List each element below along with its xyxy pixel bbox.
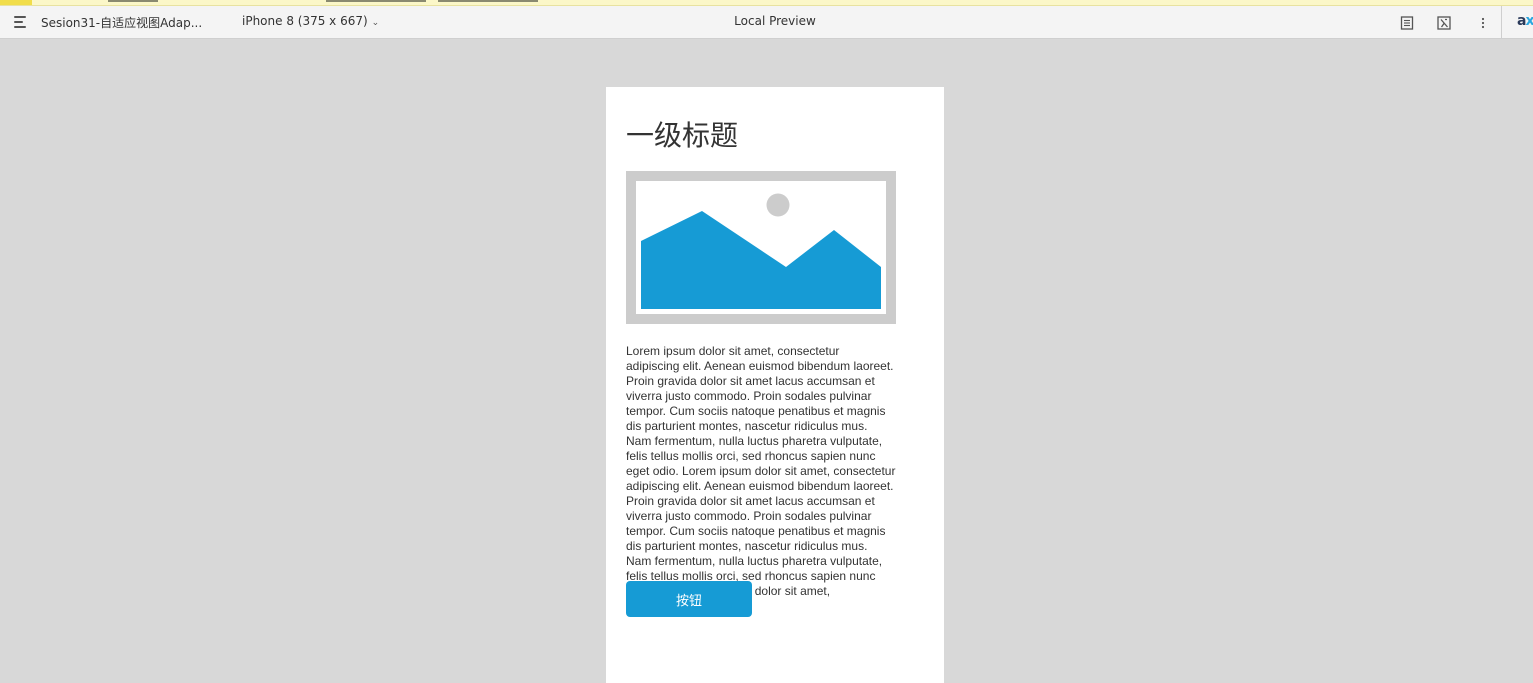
tab-marker xyxy=(326,0,426,2)
preview-toolbar: Sesion31-自适应视图Adap... iPhone 8 (375 x 66… xyxy=(0,6,1533,39)
body-paragraph: Lorem ipsum dolor sit amet, consectetur … xyxy=(626,344,896,598)
notes-icon[interactable] xyxy=(1400,15,1414,30)
tab-marker xyxy=(438,0,538,2)
more-options-icon[interactable] xyxy=(1476,15,1490,29)
preview-title: Local Preview xyxy=(734,14,816,28)
image-placeholder xyxy=(626,171,896,324)
top-strip-corner xyxy=(0,0,32,5)
logo-letter-x: x xyxy=(1525,13,1533,29)
primary-button[interactable]: 按钮 xyxy=(626,581,752,617)
tab-marker xyxy=(108,0,158,2)
toolbar-divider xyxy=(1501,6,1502,38)
image-placeholder-icon xyxy=(641,193,881,309)
inspect-icon[interactable] xyxy=(1437,15,1451,30)
page-heading: 一级标题 xyxy=(626,119,739,152)
device-viewport: 一级标题 Lorem ipsum dolor sit amet, consect… xyxy=(606,87,944,683)
axure-logo[interactable]: ax xyxy=(1517,13,1533,29)
